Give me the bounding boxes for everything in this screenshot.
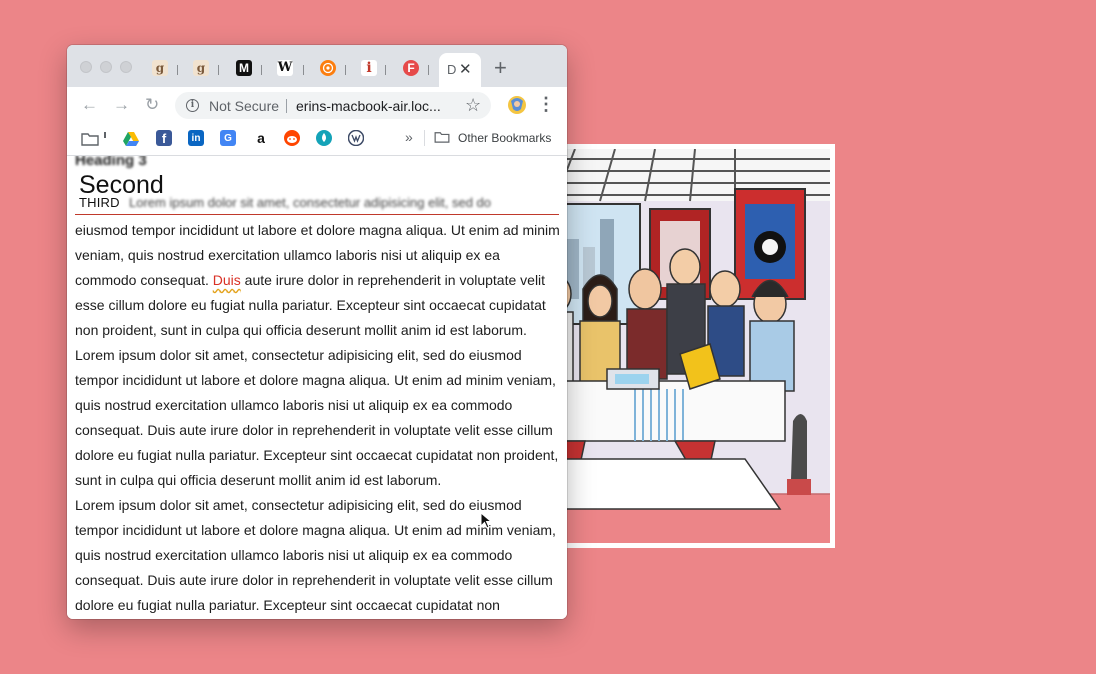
browser-window: g g M W i F D ✕ + ← → ↻ i Not Secure eri… [67,45,567,619]
tab-goodreads-1[interactable]: g [152,60,168,76]
browser-toolbar: ← → ↻ i Not Secure erins-macbook-air.loc… [67,87,567,123]
tab-f-site[interactable]: F [403,60,419,76]
illustration-frame [540,144,835,548]
tab-separator [218,65,219,75]
paragraph-2: Lorem ipsum dolor sit amet, consectetur … [75,347,559,488]
red-divider [75,214,559,215]
volkswagen-icon[interactable] [348,130,364,146]
tab-overcast[interactable] [320,60,336,76]
close-icon[interactable]: ✕ [459,60,472,78]
tab-separator [428,65,429,75]
zoom-window-button[interactable] [120,61,132,73]
tab-strip: g g M W i F D ✕ + [67,45,567,87]
page-content: Heading 3 Second THIRD Lorem ipsum dolor… [67,156,567,619]
forward-icon[interactable]: → [113,95,130,115]
bookmarks-overflow-button[interactable]: » [405,129,413,145]
reddit-icon[interactable] [284,130,300,146]
google-translate-icon[interactable]: G [220,130,236,146]
heading-3: Heading 3 [75,156,147,169]
minimize-window-button[interactable] [100,61,112,73]
info-icon[interactable]: i [186,99,199,112]
reload-icon[interactable]: ↻ [145,95,159,115]
security-label[interactable]: Not Secure [209,98,279,114]
url-text[interactable]: erins-macbook-air.loc... [296,98,441,114]
goodreads-icon: g [155,61,165,75]
tab-separator [177,65,178,75]
tab-separator [345,65,346,75]
dinner-party-illustration [545,149,830,543]
back-icon[interactable]: ← [81,95,98,115]
bookmarks-divider [424,130,425,146]
omnibox-divider [286,99,287,113]
body-text: eiusmod tempor incididunt ut labore et d… [75,218,561,618]
tab-separator [303,65,304,75]
tab-goodreads-2[interactable]: g [193,60,209,76]
facebook-icon[interactable]: f [156,130,172,146]
profile-avatar[interactable] [507,95,527,115]
tab-title: D [447,62,457,77]
new-tab-button[interactable]: + [494,56,507,80]
blurred-text-line: Lorem ipsum dolor sit amet, consectetur … [129,195,492,210]
amazon-icon[interactable]: a [253,130,269,146]
address-bar[interactable]: i Not Secure erins-macbook-air.loc... ☆ [175,92,491,119]
misspelled-word[interactable]: Duis [213,272,241,288]
paragraph-1: eiusmod tempor incididunt ut labore et d… [75,218,561,343]
goodreads-icon: g [196,61,206,75]
wikipedia-icon: W [277,60,293,75]
other-bookmarks-button[interactable]: Other Bookmarks [458,131,551,145]
third-label: THIRD [79,195,120,210]
folder-icon [434,132,450,143]
truncated-label [104,132,106,138]
linkedin-icon[interactable]: in [188,130,204,146]
tab-separator [385,65,386,75]
bookmark-star-icon[interactable]: ☆ [465,95,481,116]
menu-icon[interactable]: ⋮ [537,93,555,115]
medium-icon: M [239,61,249,75]
tab-instapaper[interactable]: i [361,60,377,76]
bookmarks-bar: f in G a » Other Bookmarks [67,123,567,156]
drop-icon[interactable] [316,130,332,146]
folder-icon[interactable] [81,132,99,146]
close-window-button[interactable] [80,61,92,73]
google-drive-icon[interactable] [123,132,139,146]
tab-wikipedia[interactable]: W [277,60,293,76]
f-circle-icon: F [407,61,415,75]
tab-separator [261,65,262,75]
tab-active[interactable]: D ✕ [439,53,481,87]
tab-medium[interactable]: M [236,60,252,76]
mouse-pointer-icon [480,512,492,529]
instapaper-icon: i [366,60,372,76]
podcast-icon [322,62,334,74]
